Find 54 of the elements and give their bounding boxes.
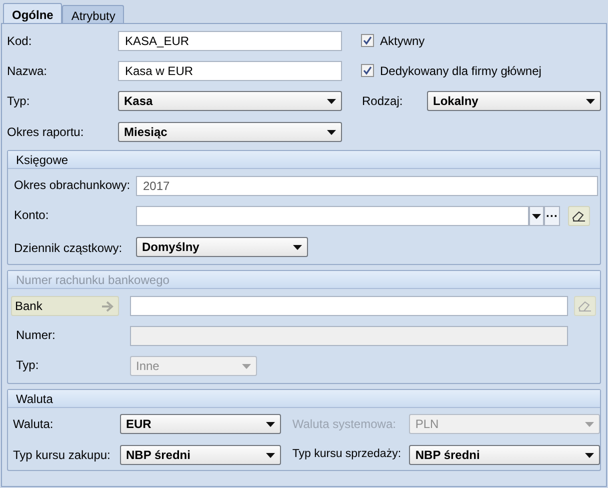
input-field[interactable] [136,206,529,226]
checkbox-label: Dedykowany dla firmy głównej [380,62,542,80]
checkbox[interactable] [361,34,374,47]
field-label: Nazwa: [7,62,48,80]
caret-icon [327,98,336,104]
group-header: Waluta [8,390,600,408]
input-field[interactable] [130,326,568,346]
group-header: Numer rachunku bankowego [8,271,600,289]
dropdown-button[interactable] [529,206,544,226]
browse-button[interactable]: ··· [544,206,560,226]
dropdown[interactable]: NBP średni [120,445,282,465]
arrow-right-icon [101,300,115,312]
checkmark-icon [363,36,372,45]
dropdown[interactable]: Miesiąc [118,122,342,142]
dropdown[interactable]: EUR [120,414,282,434]
field-label: Typ kursu zakupu: [12,447,112,464]
field-label: Dziennik cząstkowy: [14,240,124,257]
field-label: Konto: [14,207,50,224]
field-label: Okres raportu: [7,124,85,141]
checkbox[interactable] [361,64,374,77]
field-label: Okres obrachunkowy: [14,177,132,194]
caret-icon [532,214,541,218]
field-label: Waluta: [12,416,54,433]
input-field[interactable]: KASA_EUR [118,30,342,50]
caret-icon [293,244,302,250]
caret-icon [586,98,595,104]
caret-icon [266,422,276,426]
checkmark-icon [363,66,372,75]
field-label: Typ: [15,357,40,374]
dropdown[interactable]: Lokalny [427,91,601,111]
eraser-icon [572,210,586,222]
field-label: Numer: [15,327,56,344]
group-header: Księgowe [8,151,600,169]
input-field[interactable]: 2017 [136,176,598,196]
dropdown[interactable]: Kasa [118,91,342,111]
clear-button[interactable] [568,206,590,226]
caret-icon [266,452,276,458]
field-label: Rodzaj: [362,93,404,110]
eraser-icon [578,300,592,312]
input-field[interactable]: Kasa w EUR [118,60,342,80]
caret-icon [327,130,336,134]
caret-icon [585,452,594,458]
field-label: Kod: [7,32,33,50]
checkbox-label: Aktywny [380,32,425,50]
dropdown[interactable]: Domyślny [136,237,308,257]
dropdown[interactable]: NBP średni [409,445,600,465]
input-field[interactable] [130,296,568,316]
caret-icon [585,422,594,426]
field-label: Typ: [7,93,31,110]
caret-icon [242,364,251,368]
field-label: Waluta systemowa: [292,416,397,433]
field-label: Typ kursu sprzedaży: [292,447,402,462]
tab[interactable]: Ogólne [3,3,62,23]
tab[interactable]: Atrybuty [62,5,124,23]
